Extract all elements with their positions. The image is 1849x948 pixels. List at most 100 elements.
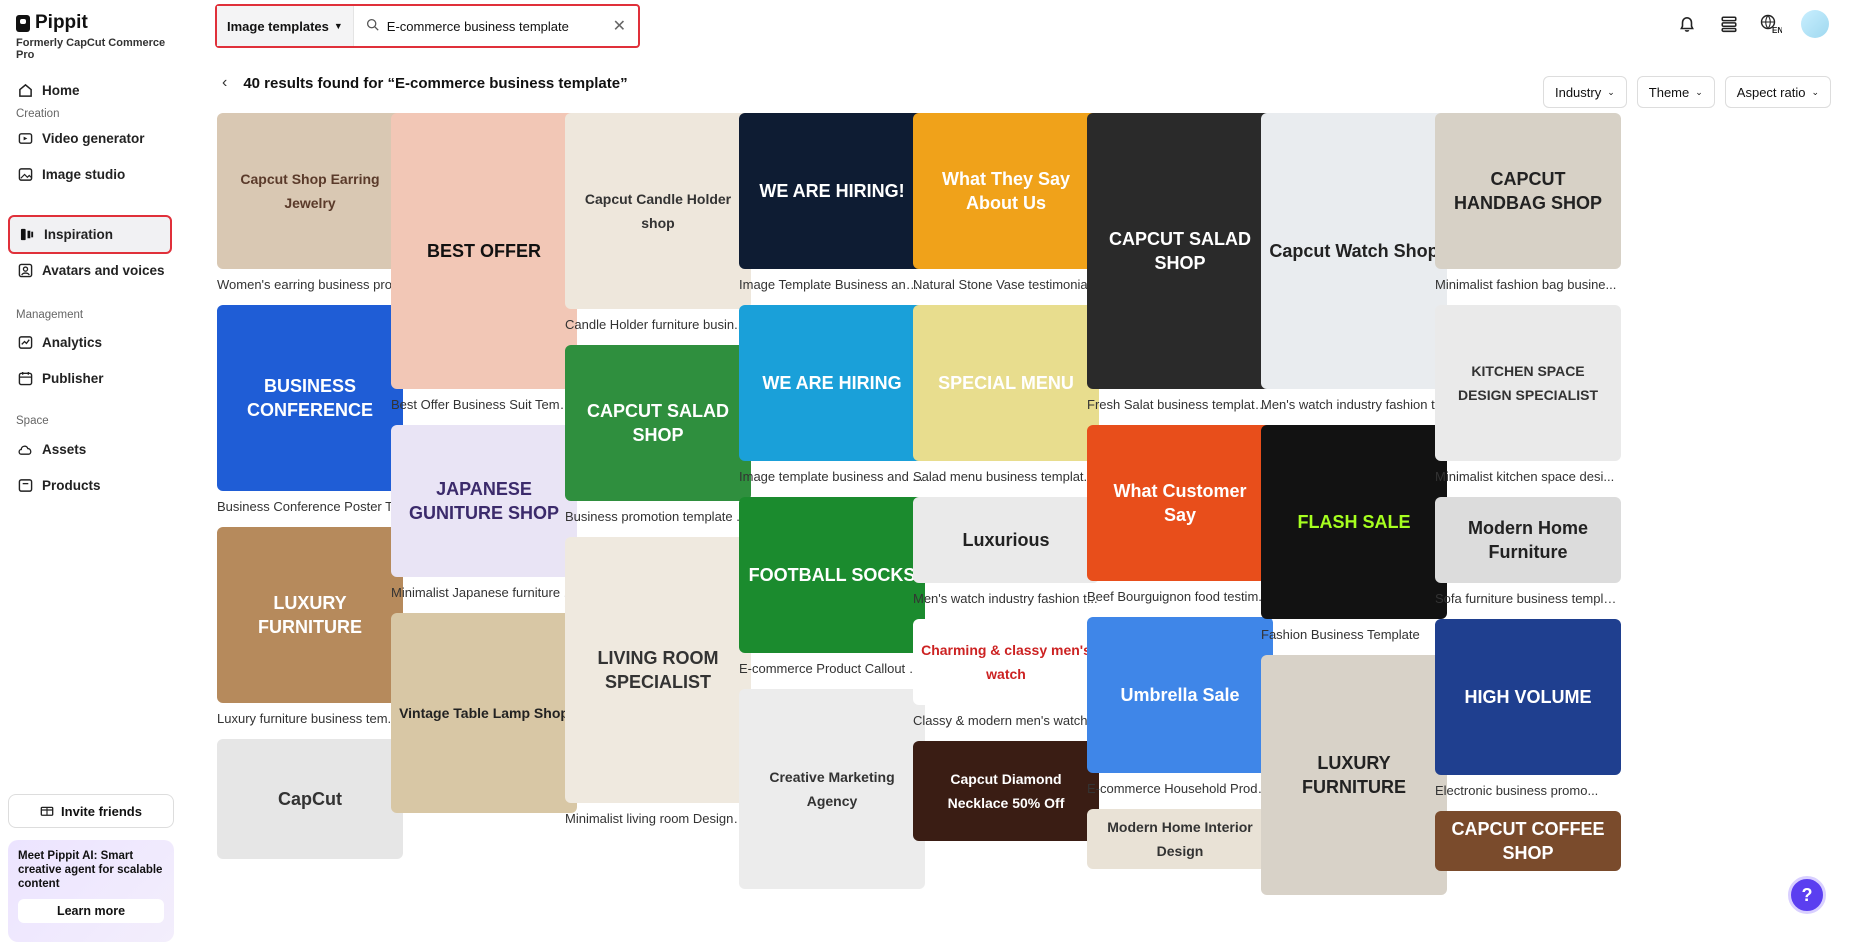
template-art-text: LIVING ROOM SPECIALIST (597, 648, 719, 692)
layers-icon[interactable] (1717, 12, 1741, 36)
template-art-text: Capcut Shop Earring Jewelry (240, 171, 380, 211)
template-art-text: CAPCUT SALAD SHOP (1109, 229, 1251, 273)
template-card[interactable]: Vintage Table Lamp Shop (391, 613, 577, 813)
template-card[interactable]: CapCut (217, 739, 403, 859)
template-art-text: Capcut Diamond Necklace 50% Off (947, 771, 1065, 811)
template-card[interactable]: Capcut Diamond Necklace 50% Off (913, 741, 1099, 841)
home-icon (17, 82, 33, 98)
template-type-select[interactable]: Image templates ▼ (217, 6, 354, 46)
template-thumbnail: CAPCUT HANDBAG SHOP (1435, 113, 1621, 269)
filter-industry[interactable]: Industry ⌄ (1542, 76, 1627, 108)
template-card[interactable]: Modern Home Furniture Sofa furniture busi… (1435, 497, 1621, 607)
filter-theme[interactable]: Theme ⌄ (1636, 76, 1715, 108)
template-thumbnail: FOOTBALL SOCKS (739, 497, 925, 653)
template-card[interactable]: LUXURY FURNITURE Luxury furniture busines… (217, 527, 403, 727)
sidebar-item-video-generator[interactable]: Video generator (8, 120, 172, 156)
learn-more-button[interactable]: Learn more (18, 899, 164, 923)
filter-label: Aspect ratio (1736, 84, 1806, 100)
results-title: 40 results found for “E-commerce busines… (243, 74, 628, 92)
sidebar-item-label: Assets (42, 441, 87, 457)
sidebar-item-label: Analytics (42, 334, 103, 350)
template-card[interactable]: SPECIAL MENU Salad menu business templat.… (913, 305, 1099, 485)
search-icon (366, 18, 379, 34)
chevron-down-icon: ⌄ (1607, 86, 1615, 97)
sidebar-item-analytics[interactable]: Analytics (8, 324, 172, 360)
template-art-text: SPECIAL MENU (938, 373, 1074, 393)
sidebar-item-avatars[interactable]: Avatars and voices (8, 252, 172, 288)
template-card[interactable]: CAPCUT COFFEE SHOP (1435, 811, 1621, 871)
template-thumbnail: CAPCUT SALAD SHOP (565, 345, 751, 501)
template-caption: Fashion Business Template (1261, 627, 1420, 642)
help-button[interactable]: ? (1788, 876, 1826, 914)
sidebar-item-home[interactable]: Home (8, 72, 172, 108)
sidebar-item-image-studio[interactable]: Image studio (8, 156, 172, 192)
language-globe-icon[interactable]: EN (1759, 12, 1783, 36)
template-card[interactable]: Umbrella Sale E-commerce Household Produ.… (1087, 617, 1273, 797)
template-card[interactable]: What They Say About Us Natural Stone Vase… (913, 113, 1099, 293)
template-card[interactable]: WE ARE HIRING Image template business and… (739, 305, 925, 485)
notification-bell-icon[interactable] (1675, 12, 1699, 36)
template-caption: E-commerce Product Callout F... (739, 661, 925, 676)
sidebar-item-label: Video generator (42, 130, 145, 146)
template-card[interactable]: Modern Home Interior Design (1087, 809, 1273, 869)
template-art-text: FOOTBALL SOCKS (748, 565, 916, 585)
template-card[interactable]: Capcut Shop Earring Jewelry Women's earri… (217, 113, 403, 293)
template-card[interactable]: Creative Marketing Agency (739, 689, 925, 889)
template-card[interactable]: Capcut Watch Shop Men's watch industry fa… (1261, 113, 1447, 413)
template-card[interactable]: BEST OFFER Best Offer Business Suit Temp.… (391, 113, 577, 413)
template-card[interactable]: FLASH SALE Fashion Business Template (1261, 425, 1447, 643)
user-avatar[interactable] (1801, 10, 1829, 38)
template-thumbnail: FLASH SALE (1261, 425, 1447, 619)
template-thumbnail: Capcut Diamond Necklace 50% Off (913, 741, 1099, 841)
filter-bar: Industry ⌄ Theme ⌄ Aspect ratio ⌄ (1542, 76, 1831, 108)
template-card[interactable]: LUXURY FURNITURE (1261, 655, 1447, 895)
image-icon (17, 166, 33, 182)
clear-search-icon[interactable]: ✕ (613, 16, 626, 36)
template-card[interactable]: Luxurious Men's watch industry fashion t.… (913, 497, 1099, 607)
sidebar-item-label: Products (42, 477, 101, 493)
template-thumbnail: Umbrella Sale (1087, 617, 1273, 773)
brand-name: Pippit (35, 12, 88, 33)
template-art-text: JAPANESE GUNITURE SHOP (408, 479, 559, 523)
template-card[interactable]: Capcut Candle Holder shop Candle Holder f… (565, 113, 751, 333)
template-card[interactable]: LIVING ROOM SPECIALIST Minimalist living … (565, 537, 751, 827)
cloud-icon (17, 441, 33, 457)
template-card[interactable]: CAPCUT SALAD SHOP Fresh Salat business te… (1087, 113, 1273, 413)
template-art-text: CapCut (278, 789, 342, 809)
sidebar-item-label: Avatars and voices (42, 262, 165, 278)
template-art-text: CAPCUT SALAD SHOP (587, 401, 729, 445)
chevron-down-icon: ⌄ (1811, 86, 1819, 97)
sidebar-item-products[interactable]: Products (8, 467, 172, 503)
filter-aspect-ratio[interactable]: Aspect ratio ⌄ (1724, 76, 1831, 108)
template-caption: E-commerce Household Produ... (1087, 781, 1273, 796)
template-thumbnail: Modern Home Interior Design (1087, 809, 1273, 869)
template-card[interactable]: Charming & classy men's watch Classy & mo… (913, 619, 1099, 729)
template-thumbnail: WE ARE HIRING! (739, 113, 925, 269)
template-card[interactable]: HIGH VOLUME Electronic business promo... (1435, 619, 1621, 799)
template-card[interactable]: KITCHEN SPACE DESIGN SPECIALIST Minimalis… (1435, 305, 1621, 485)
template-art-text: WE ARE HIRING! (759, 181, 905, 201)
invite-friends-button[interactable]: Invite friends (8, 794, 174, 828)
template-thumbnail: WE ARE HIRING (739, 305, 925, 461)
template-caption: Minimalist living room Designe... (565, 811, 751, 826)
inspiration-icon (19, 227, 35, 243)
sidebar-item-publisher[interactable]: Publisher (8, 360, 172, 396)
template-card[interactable]: What Customer Say Beef Bourguignon food t… (1087, 425, 1273, 605)
section-label-management: Management (16, 309, 84, 321)
back-arrow-icon[interactable]: ‹ (222, 74, 227, 92)
sidebar-item-inspiration[interactable]: Inspiration (8, 215, 172, 254)
promo-card: Meet Pippit AI: Smart creative agent for… (8, 840, 174, 942)
template-card[interactable]: BUSINESS CONFERENCE Business Conference P… (217, 305, 403, 515)
section-label-creation: Creation (16, 108, 60, 120)
brand-logo[interactable]: Pippit (16, 12, 88, 34)
header-actions: EN (1675, 10, 1829, 38)
template-caption: Image Template Business and ... (739, 277, 925, 292)
template-thumbnail: Creative Marketing Agency (739, 689, 925, 889)
template-card[interactable]: JAPANESE GUNITURE SHOP Minimalist Japanes… (391, 425, 577, 601)
sidebar-item-assets[interactable]: Assets (8, 431, 172, 467)
search-input[interactable]: E-commerce business template ✕ (354, 16, 638, 36)
template-card[interactable]: CAPCUT HANDBAG SHOP Minimalist fashion ba… (1435, 113, 1621, 293)
template-card[interactable]: FOOTBALL SOCKS E-commerce Product Callout… (739, 497, 925, 677)
template-card[interactable]: WE ARE HIRING! Image Template Business an… (739, 113, 925, 293)
template-card[interactable]: CAPCUT SALAD SHOP Business promotion temp… (565, 345, 751, 525)
